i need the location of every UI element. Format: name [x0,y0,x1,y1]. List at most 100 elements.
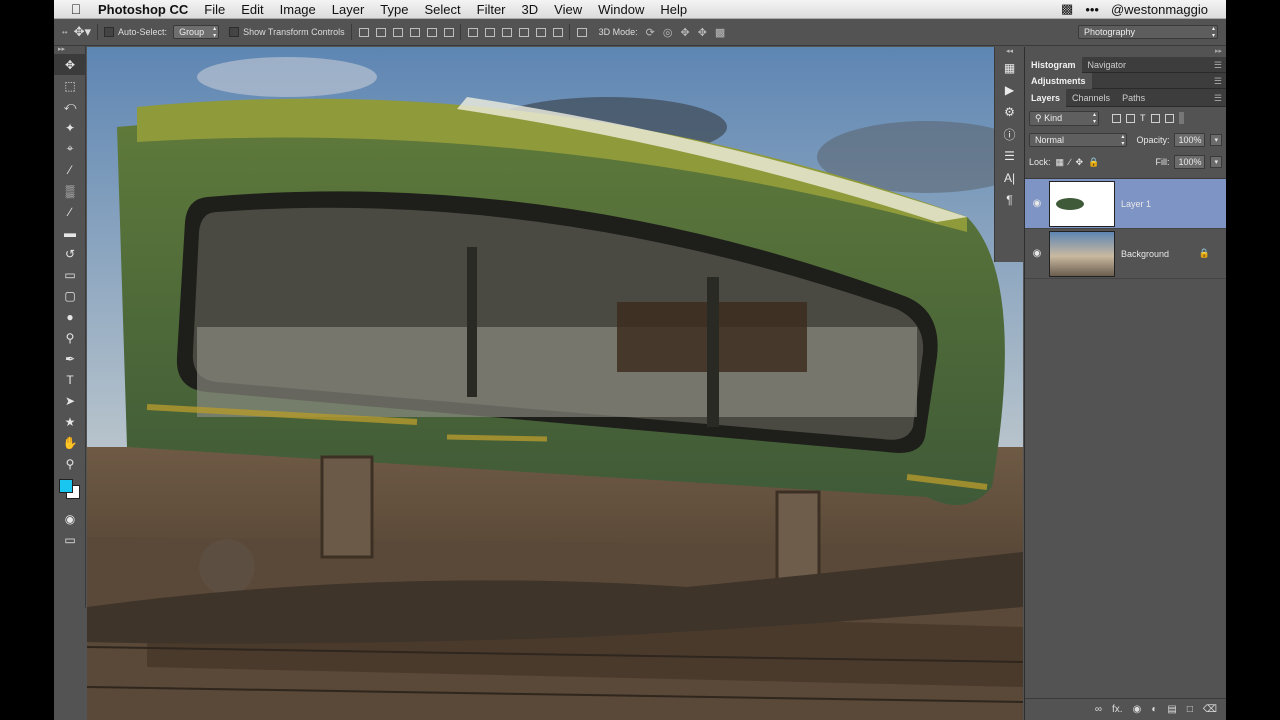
menu-window[interactable]: Window [590,2,652,17]
menu-view[interactable]: View [546,2,590,17]
menu-filter[interactable]: Filter [469,2,514,17]
move-tool[interactable]: ✥ [54,54,86,75]
crop-tool[interactable]: ⌖ [54,138,86,159]
lock-transparency-icon[interactable]: ▦ [1056,157,1065,168]
panel-menu-icon[interactable]: ☰ [1214,57,1222,73]
auto-align-icon[interactable] [576,27,587,37]
menu-file[interactable]: File [196,2,233,17]
lock-pixels-icon[interactable]: ∕ [1069,157,1071,167]
brush-tool[interactable]: ∕ [54,201,86,222]
menu-select[interactable]: Select [416,2,468,17]
magic-wand-tool[interactable]: ✦ [54,117,86,138]
auto-select-option[interactable]: Auto-Select: [104,27,167,37]
distribute-vcenter-icon[interactable] [484,27,495,37]
hand-tool[interactable]: ✋ [54,432,86,453]
align-top-icon[interactable] [358,27,369,37]
align-bottom-icon[interactable] [392,27,403,37]
visibility-eye-icon[interactable]: ◉ [1025,248,1049,259]
3d-orbit-icon[interactable]: ⟳ [646,26,655,39]
tab-adjustments[interactable]: Adjustments [1025,72,1092,89]
clone-stamp-tool[interactable]: ▬ [54,222,86,243]
character-icon[interactable]: A| [995,167,1024,189]
screen-mode-button[interactable]: ▭ [54,529,86,550]
info-icon[interactable]: ⓘ [995,123,1024,145]
pen-tool[interactable]: ✒ [54,348,86,369]
lock-all-icon[interactable]: 🔒 [1088,157,1099,168]
fill-slider-toggle[interactable]: ▾ [1210,156,1222,168]
new-adjustment-icon[interactable]: ◐ [1151,704,1157,715]
align-left-icon[interactable] [409,27,420,37]
lasso-tool[interactable]: ⤺ [54,96,86,117]
document-canvas[interactable] [87,47,1023,720]
delete-layer-icon[interactable]: ⌫ [1203,704,1217,715]
healing-brush-tool[interactable]: ▒ [54,180,86,201]
filter-shape-icon[interactable] [1150,113,1160,123]
app-name-menu[interactable]: Photoshop CC [98,2,196,17]
3d-pan-icon[interactable]: ✥ [680,26,689,39]
more-dots-icon[interactable]: ••• [1085,2,1099,17]
workspace-switcher[interactable]: Photography [1078,25,1218,39]
dock-collapse-icon[interactable]: ◂◂ [995,47,1024,57]
filter-adjustment-icon[interactable] [1126,113,1135,123]
paragraph-styles-icon[interactable]: ☰ [995,145,1024,167]
screen-share-icon[interactable]: ▩ [1061,1,1073,17]
opacity-input[interactable]: 100% [1174,133,1206,147]
distribute-top-icon[interactable] [467,27,478,37]
user-account[interactable]: @westonmaggio [1111,2,1208,17]
layer-name[interactable]: Background [1121,249,1169,259]
tab-histogram[interactable]: Histogram [1025,56,1082,73]
menu-type[interactable]: Type [372,2,416,17]
distribute-bottom-icon[interactable] [501,27,512,37]
blur-tool[interactable]: ● [54,306,86,327]
gradient-tool[interactable]: ▢ [54,285,86,306]
distribute-right-icon[interactable] [552,27,563,37]
3d-slide-icon[interactable]: ✥ [698,26,707,39]
show-transform-checkbox[interactable] [229,27,240,37]
properties-icon[interactable]: ⚙ [995,101,1024,123]
filter-smart-object-icon[interactable] [1164,113,1174,123]
panel-menu-icon[interactable]: ☰ [1214,89,1222,107]
paragraph-icon[interactable]: ¶ [995,189,1024,211]
actions-play-icon[interactable]: ▶ [995,79,1024,101]
new-layer-icon[interactable]: □ [1187,704,1193,715]
filter-type-icon[interactable]: T [1140,113,1146,123]
history-brush-tool[interactable]: ↺ [54,243,86,264]
custom-shape-tool[interactable]: ★ [54,411,86,432]
tab-paths[interactable]: Paths [1116,90,1151,106]
color-swatches[interactable] [54,474,85,508]
new-group-icon[interactable]: ▤ [1167,704,1176,715]
align-vcenter-icon[interactable] [375,27,386,37]
add-mask-icon[interactable]: ◉ [1133,704,1142,715]
panel-menu-icon[interactable]: ☰ [1214,73,1222,89]
auto-select-dropdown[interactable]: Group [173,25,220,39]
dodge-tool[interactable]: ⚲ [54,327,86,348]
menu-help[interactable]: Help [652,2,695,17]
tab-layers[interactable]: Layers [1025,88,1067,107]
opacity-slider-toggle[interactable]: ▾ [1210,134,1222,146]
menu-image[interactable]: Image [272,2,324,17]
toolbox-collapse-icon[interactable]: ▸▸ [54,46,85,54]
quick-mask-button[interactable]: ◉ [54,508,86,529]
type-tool[interactable]: T [54,369,86,390]
filter-pixel-icon[interactable] [1112,113,1121,123]
tab-navigator[interactable]: Navigator [1082,57,1133,73]
layer-row-background[interactable]: ◉ Background 🔒 [1025,229,1226,279]
layer-style-fx-icon[interactable]: fx. [1112,704,1123,715]
foreground-color[interactable] [59,479,73,493]
menu-edit[interactable]: Edit [233,2,271,17]
layer-name[interactable]: Layer 1 [1121,199,1151,209]
filter-toggle[interactable] [1178,112,1184,124]
link-layers-icon[interactable]: ∞ [1095,704,1102,715]
distribute-left-icon[interactable] [518,27,529,37]
eyedropper-tool[interactable]: ⁄ [54,159,86,180]
auto-select-checkbox[interactable] [104,27,115,37]
eraser-tool[interactable]: ▭ [54,264,86,285]
lock-position-icon[interactable]: ✥ [1076,157,1084,168]
tab-channels[interactable]: Channels [1066,90,1116,106]
blend-mode-dropdown[interactable]: Normal [1029,133,1128,147]
layer-row-layer-1[interactable]: ◉ Layer 1 [1025,179,1226,229]
visibility-eye-icon[interactable]: ◉ [1025,198,1049,209]
align-hcenter-icon[interactable] [426,27,437,37]
3d-scale-icon[interactable]: ▩ [715,26,725,39]
path-selection-tool[interactable]: ➤ [54,390,86,411]
